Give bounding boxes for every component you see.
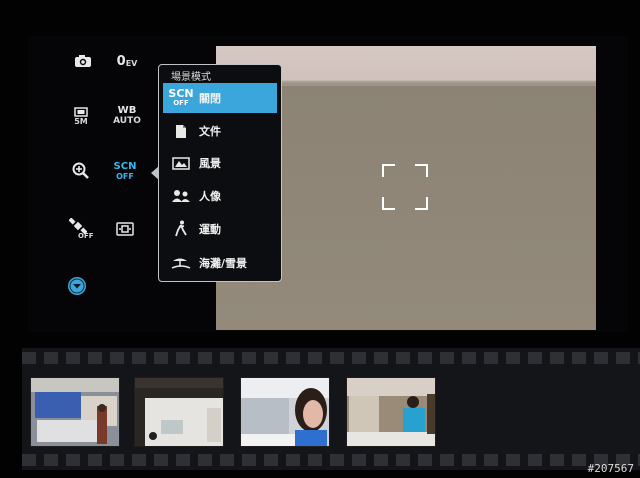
camera-screen: 0 EV 5M WB AUTO SCN OFF OFF 場景模式 SCN OFF… [0,0,640,478]
document-icon [163,124,199,139]
resolution-button[interactable]: 5M [64,101,98,131]
scene-menu-title: 場景模式 [171,72,211,83]
gallery-thumbnail[interactable] [134,377,224,447]
gallery-film-strip [22,348,640,470]
scn-off-icon: SCN OFF [168,87,194,107]
camera-icon [75,55,91,67]
stabilizer-button[interactable] [108,214,142,244]
beach-snow-icon [163,257,199,269]
scene-mode-button[interactable]: SCN OFF [108,156,142,186]
exposure-button[interactable]: 0 EV [110,46,144,76]
watermark-text: #207567 [587,462,634,475]
scene-item-landscape[interactable]: 風景 [163,148,277,178]
scene-item-label: 風景 [199,157,221,170]
white-balance-button[interactable]: WB AUTO [110,101,144,131]
scene-item-label: 文件 [199,125,221,138]
scene-item-portrait[interactable]: 人像 [163,181,277,211]
zoom-in-icon [72,162,89,179]
camera-mode-button[interactable] [66,46,100,76]
stabilizer-icon [116,222,134,236]
scene-mode-menu: 場景模式 SCN OFF 關閉 文件 風景 人像 運動 海灘/雪景 [158,64,282,282]
scene-item-sports[interactable]: 運動 [163,214,277,244]
more-options-button[interactable] [60,271,94,301]
scene-item-label: 運動 [199,223,221,236]
scene-item-label: 人像 [199,190,221,203]
gallery-thumbnail[interactable] [30,377,120,447]
gps-button[interactable]: OFF [64,214,98,244]
image-size-icon [74,106,88,117]
portrait-icon [163,189,199,203]
landscape-icon [163,156,199,170]
scene-item-label: 海灘/雪景 [199,257,248,270]
chevron-down-circle-icon [68,277,86,295]
gallery-thumbnail[interactable] [240,377,330,447]
film-sprockets-top [22,352,640,364]
gps-icon-wrap: OFF [69,218,94,240]
film-sprockets-bottom [22,454,640,466]
zoom-button[interactable] [64,156,98,186]
ev-label: 0 EV [116,53,138,69]
scene-item-label: 關閉 [199,92,221,105]
scene-item-beach-snow[interactable]: 海灘/雪景 [163,248,277,278]
sports-icon [163,220,199,238]
scene-item-off[interactable]: SCN OFF 關閉 [163,83,277,113]
scene-item-document[interactable]: 文件 [163,116,277,146]
gallery-thumbnail[interactable] [346,377,436,447]
focus-frame [382,164,428,210]
